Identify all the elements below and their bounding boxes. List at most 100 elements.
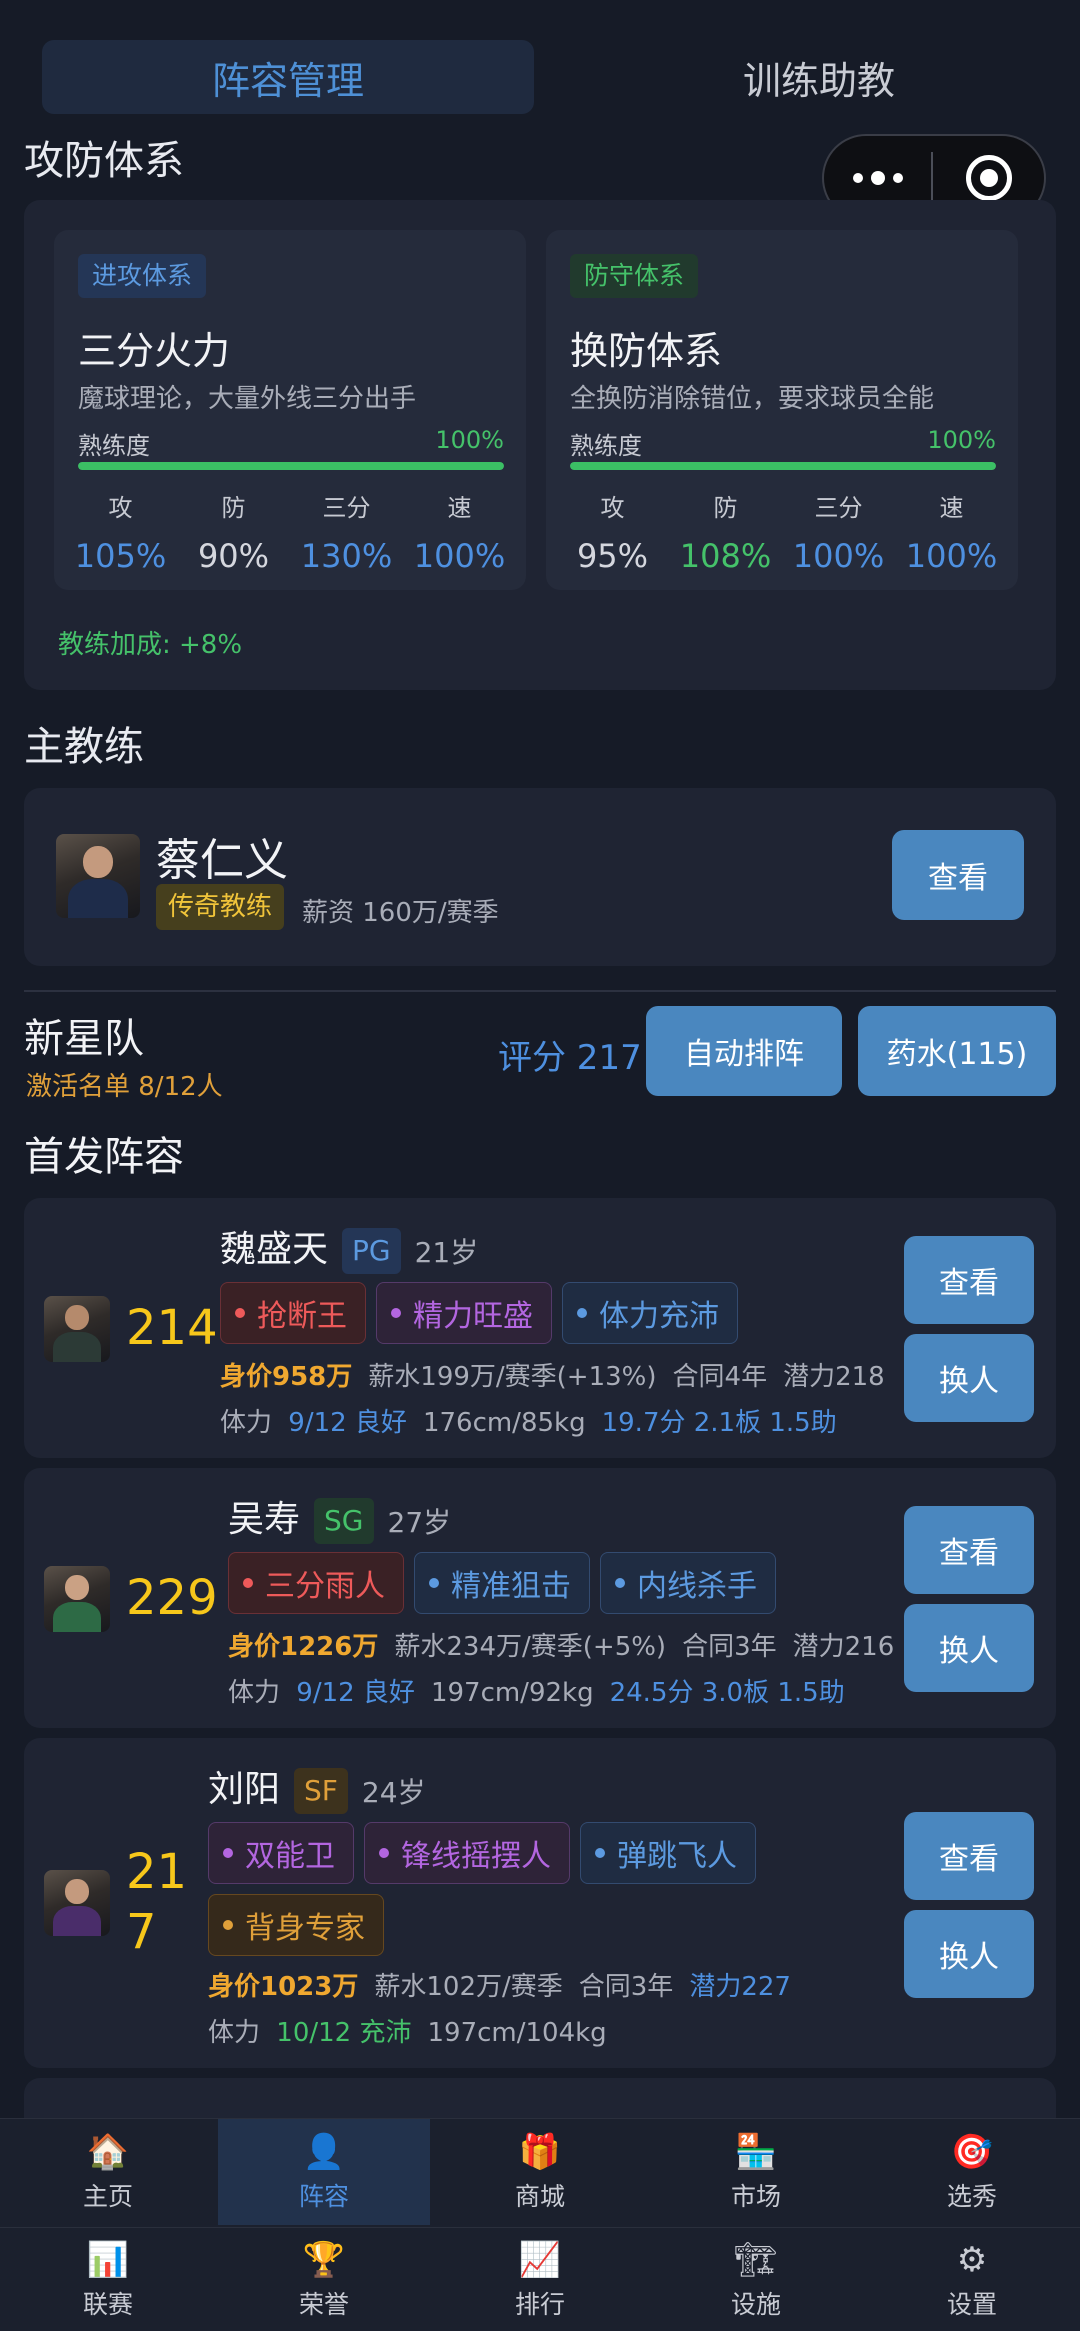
player-card: 21 7 刘阳 SF 24岁 双能卫 锋线摇摆人 弹跳飞人 背身专家 身价1023万 薪水1… <box>24 1738 1056 2068</box>
player-value: 身价1023万 <box>208 1972 359 2002</box>
tab-lineup-management[interactable]: 阵容管理 <box>42 40 534 114</box>
nav-item-crane[interactable]: 🏗 设施 <box>648 2228 864 2331</box>
stat-label: 攻 <box>600 494 625 522</box>
player-value: 身价958万 <box>220 1362 353 1392</box>
nav-item-market[interactable]: 🏪 市场 <box>648 2119 864 2225</box>
coach-avatar <box>56 834 140 918</box>
top-tab-bar: 阵容管理 训练助教 <box>24 20 1056 120</box>
player-rating: 229 <box>126 1570 218 1626</box>
player-stats: 19.7分 2.1板 1.5助 <box>601 1408 837 1438</box>
view-player-button[interactable]: 查看 <box>904 1236 1034 1324</box>
player-salary: 薪水234万/赛季(+5%) <box>394 1632 667 1662</box>
player-status-line: 体力 10/12 充沛 197cm/104kg <box>208 2012 607 2049</box>
defense-system-name: 换防体系 <box>570 329 723 373</box>
defense-system-desc: 全换防消除错位，要求球员全能 <box>570 384 935 414</box>
player-card: 214 魏盛天 PG 21岁 抢断王 精力旺盛 体力充沛 身价958万 薪水199万/赛季… <box>24 1198 1056 1458</box>
player-status-line: 体力 9/12 良好 176cm/85kg 19.7分 2.1板 1.5助 <box>220 1402 837 1439</box>
trait-tag[interactable]: 精力旺盛 <box>376 1282 552 1344</box>
defense-proficiency-bar <box>570 462 996 470</box>
stat-0: 攻 105% <box>64 488 177 575</box>
player-traits: 三分雨人 精准狙击 内线杀手 <box>228 1552 878 1614</box>
trait-tag[interactable]: 体力充沛 <box>562 1282 738 1344</box>
player-salary: 薪水199万/赛季(+13%) <box>368 1362 657 1392</box>
nav-item-roster[interactable]: 👤 阵容 <box>216 2119 432 2225</box>
view-coach-button[interactable]: 查看 <box>892 830 1024 920</box>
stat-value: 90% <box>197 537 270 575</box>
head-coach-title: 主教练 <box>24 724 144 770</box>
stat-label: 速 <box>447 494 472 522</box>
trait-tag[interactable]: 抢断王 <box>220 1282 366 1344</box>
defense-stats: 攻 95% 防 108% 三分 100% 速 100% <box>556 488 1008 575</box>
defense-system-panel[interactable]: 防守体系 换防体系 全换防消除错位，要求球员全能 熟练度 100% 攻 95% 防 1… <box>546 230 1018 590</box>
nav-label: 市场 <box>730 2182 781 2211</box>
nav-item-gear[interactable]: ⚙ 设置 <box>864 2228 1080 2331</box>
tab-training-assistant[interactable]: 训练助教 <box>584 40 1054 114</box>
stat-value: 108% <box>679 537 772 575</box>
attack-defense-card: 进攻体系 三分火力 魔球理论，大量外线三分出手 熟练度 100% 攻 105% 防 9… <box>24 200 1056 690</box>
player-contract-line: 身价1023万 薪水102万/赛季 合同3年 潜力227 <box>208 1966 791 2003</box>
swap-player-button[interactable]: 换人 <box>904 1910 1034 1998</box>
trait-tag[interactable]: 锋线摇摆人 <box>364 1822 570 1884</box>
player-body: 176cm/85kg <box>422 1408 586 1438</box>
defense-tag: 防守体系 <box>570 254 699 298</box>
stat-3: 速 100% <box>895 488 1008 575</box>
player-traits: 抢断王 精力旺盛 体力充沛 <box>220 1282 870 1344</box>
trait-tag[interactable]: 内线杀手 <box>600 1552 776 1614</box>
position-badge: SG <box>314 1498 374 1544</box>
nav-label: 主页 <box>82 2182 133 2211</box>
player-status-line: 体力 9/12 良好 197cm/92kg 24.5分 3.0板 1.5助 <box>228 1672 845 1709</box>
trait-tag[interactable]: 三分雨人 <box>228 1552 404 1614</box>
trait-tag[interactable]: 弹跳飞人 <box>580 1822 756 1884</box>
player-potential: 潜力227 <box>689 1972 791 2002</box>
starters-title: 首发阵容 <box>24 1134 184 1180</box>
auto-lineup-button[interactable]: 自动排阵 <box>646 1006 842 1096</box>
stat-2: 三分 100% <box>782 488 895 575</box>
player-stats: 24.5分 3.0板 1.5助 <box>609 1678 845 1708</box>
offense-proficiency-label: 熟练度 <box>78 432 150 460</box>
stat-value: 100% <box>413 537 506 575</box>
player-stamina: 9/12 良好 <box>296 1678 415 1708</box>
nav-label: 设施 <box>730 2290 781 2319</box>
home-icon: 🏠 <box>86 2132 130 2172</box>
nav-item-target[interactable]: 🎯 选秀 <box>864 2119 1080 2225</box>
nav-item-home[interactable]: 🏠 主页 <box>0 2119 216 2225</box>
nav-item-trend[interactable]: 📈 排行 <box>432 2228 648 2331</box>
player-age: 27岁 <box>387 1506 452 1539</box>
player-contract-line: 身价1226万 薪水234万/赛季(+5%) 合同3年 潜力216 <box>228 1626 894 1663</box>
player-stamina: 10/12 充沛 <box>276 2018 412 2048</box>
nav-item-trophy[interactable]: 🏆 荣誉 <box>216 2228 432 2331</box>
team-name: 新星队 <box>24 1016 144 1062</box>
coach-level-badge: 传奇教练 <box>156 884 285 930</box>
stat-label: 防 <box>221 494 246 522</box>
nav-item-chart[interactable]: 📊 联赛 <box>0 2228 216 2331</box>
divider <box>24 990 1056 992</box>
player-name: 魏盛天 <box>220 1229 329 1270</box>
active-roster-count: 激活名单 8/12人 <box>26 1072 223 1102</box>
player-name: 吴寿 <box>228 1499 301 1540</box>
offense-system-panel[interactable]: 进攻体系 三分火力 魔球理论，大量外线三分出手 熟练度 100% 攻 105% 防 9… <box>54 230 526 590</box>
position-badge: PG <box>342 1228 401 1274</box>
stat-value: 95% <box>576 537 649 575</box>
attack-defense-title: 攻防体系 <box>24 138 184 184</box>
stamina-label: 体力 <box>220 1408 273 1438</box>
stat-value: 130% <box>300 537 393 575</box>
swap-player-button[interactable]: 换人 <box>904 1334 1034 1422</box>
player-rating: 21 7 <box>126 1844 188 1960</box>
coach-name: 蔡仁义 <box>156 835 288 886</box>
view-player-button[interactable]: 查看 <box>904 1506 1034 1594</box>
view-player-button[interactable]: 查看 <box>904 1812 1034 1900</box>
target-icon: 🎯 <box>950 2132 994 2172</box>
stat-1: 防 108% <box>669 488 782 575</box>
stat-value: 100% <box>905 537 998 575</box>
trait-tag[interactable]: 双能卫 <box>208 1822 354 1884</box>
gift-icon: 🎁 <box>518 2132 562 2172</box>
offense-stats: 攻 105% 防 90% 三分 130% 速 100% <box>64 488 516 575</box>
trait-tag[interactable]: 精准狙击 <box>414 1552 590 1614</box>
trait-tag[interactable]: 背身专家 <box>208 1894 384 1956</box>
coach-salary: 薪资 160万/赛季 <box>302 898 499 928</box>
stat-label: 攻 <box>108 494 133 522</box>
market-icon: 🏪 <box>734 2132 778 2172</box>
potion-button[interactable]: 药水(115) <box>858 1006 1056 1096</box>
swap-player-button[interactable]: 换人 <box>904 1604 1034 1692</box>
nav-item-gift[interactable]: 🎁 商城 <box>432 2119 648 2225</box>
